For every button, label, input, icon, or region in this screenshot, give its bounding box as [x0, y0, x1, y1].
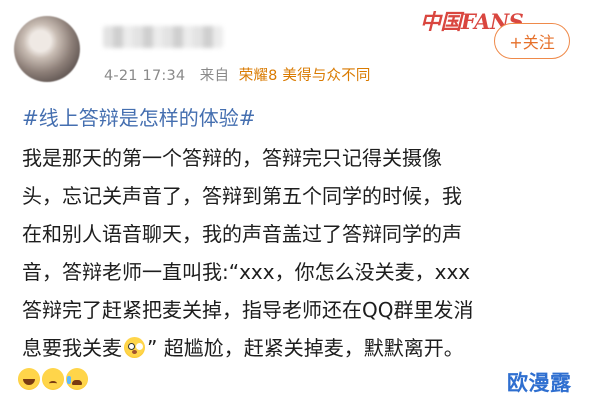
post-line: 我是那天的第一个答辩的，答辩完只记得关摄像 — [22, 146, 442, 170]
reaction-emojis — [18, 368, 88, 390]
post-time: 4-21 17:34 — [104, 68, 186, 84]
flushed-face-icon — [124, 337, 145, 358]
post-line-text: ” 超尴尬，赶紧关掉麦，默默离开。 — [147, 336, 464, 360]
post-line: 头，忘记关声音了，答辩到第五个同学的时候，我 — [22, 184, 462, 208]
post-line: 答辩完了赶紧把麦关掉，指导老师还在QQ群里发消 — [22, 298, 474, 322]
post-line: 息要我关麦 ” 超尴尬，赶紧关掉麦，默默离开。 — [22, 329, 582, 367]
post-body: 我是那天的第一个答辩的，答辩完只记得关摄像 头，忘记关声音了，答辩到第五个同学的… — [22, 139, 582, 367]
post-header: 4-21 17:34 来自 荣耀8 美得与众不同 中国FANS +关注 — [0, 0, 594, 92]
avatar[interactable] — [14, 16, 80, 82]
post-line-text: 息要我关麦 — [22, 336, 122, 360]
from-label: 来自 — [199, 68, 230, 84]
laughing-crying-face-icon — [18, 368, 40, 390]
watermark: 欧漫露 — [507, 371, 572, 395]
topic-hashtag[interactable]: #线上答辩是怎样的体验# — [22, 102, 256, 131]
username-blurred[interactable] — [103, 26, 223, 48]
post-meta: 4-21 17:34 来自 荣耀8 美得与众不同 — [104, 64, 371, 85]
post-line: 在和别人语音聊天，我的声音盖过了答辩同学的声 — [22, 222, 462, 246]
device-link[interactable]: 荣耀8 美得与众不同 — [239, 68, 371, 84]
sad-face-icon — [42, 368, 64, 390]
follow-button[interactable]: +关注 — [494, 23, 570, 59]
crying-face-icon — [66, 368, 88, 390]
post-line: 音，答辩老师一直叫我:“xxx，你怎么没关麦，xxx — [22, 260, 471, 284]
